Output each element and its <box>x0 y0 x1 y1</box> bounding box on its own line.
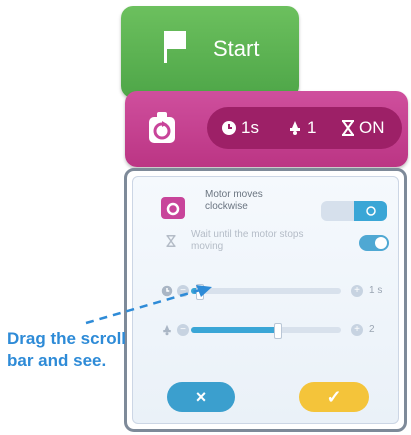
annotation-text: Drag the scroll bar and see. <box>7 329 127 370</box>
